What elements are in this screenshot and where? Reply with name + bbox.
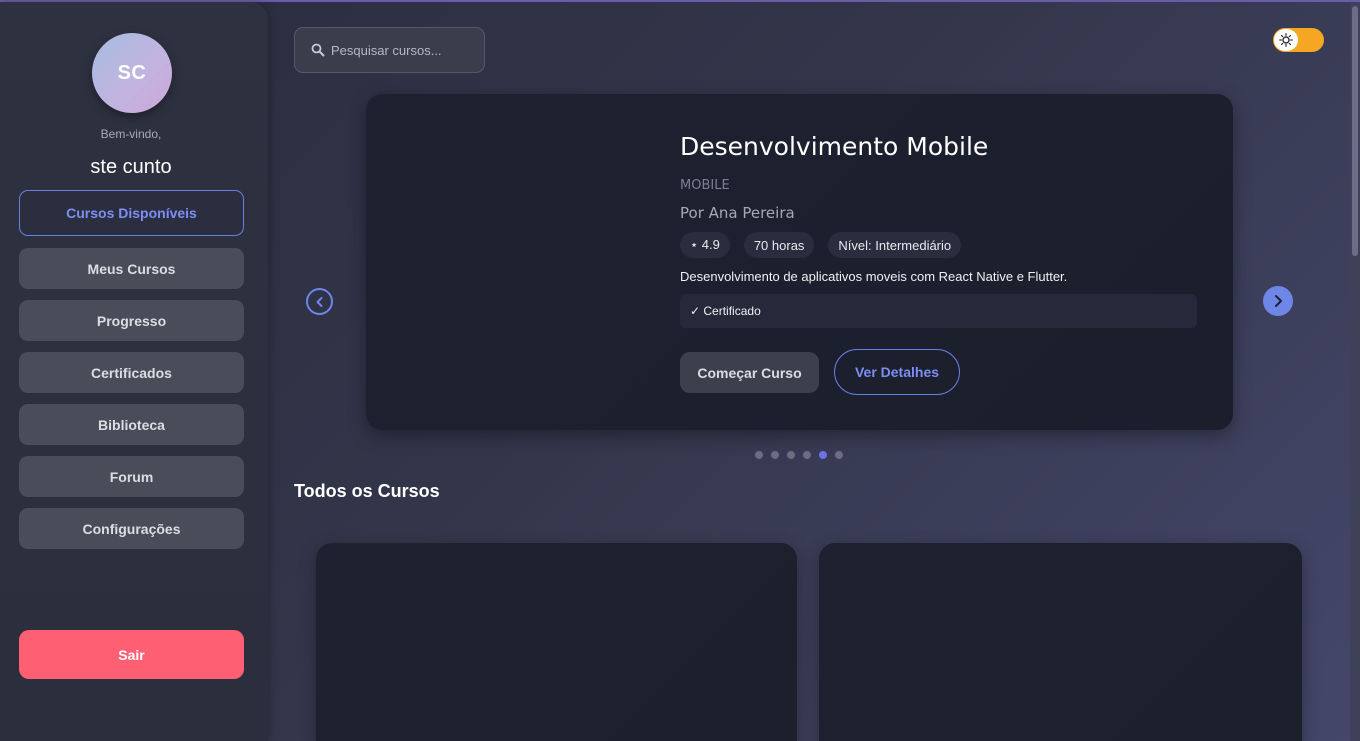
scrollbar-thumb[interactable] [1352, 6, 1358, 256]
nav-item-forum[interactable]: Forum [19, 456, 244, 497]
carousel-dot[interactable] [803, 451, 811, 459]
carousel-dot-active[interactable] [819, 451, 827, 459]
carousel-dot[interactable] [787, 451, 795, 459]
nav-item-progresso[interactable]: Progresso [19, 300, 244, 341]
search-box[interactable] [294, 27, 485, 73]
nav-item-configuracoes[interactable]: Configurações [19, 508, 244, 549]
username: ste cunto [90, 156, 172, 178]
sun-icon [1274, 29, 1298, 51]
page-scrollbar[interactable] [1350, 2, 1360, 741]
certificate-feature: ✓ Certificado [680, 294, 1197, 328]
nav-item-biblioteca[interactable]: Biblioteca [19, 404, 244, 445]
carousel-dot[interactable] [771, 451, 779, 459]
course-author: Por Ana Pereira [680, 204, 795, 222]
logout-button[interactable]: Sair [19, 630, 244, 679]
nav-item-meus-cursos[interactable]: Meus Cursos [19, 248, 244, 289]
welcome-text: Bem-vindo, [100, 127, 162, 141]
start-course-button[interactable]: Começar Curso [680, 352, 819, 393]
level-badge: Nível: Intermediário [828, 232, 962, 258]
view-details-button[interactable]: Ver Detalhes [834, 349, 960, 395]
carousel-next-button[interactable] [1263, 286, 1293, 316]
carousel-dots [755, 451, 843, 459]
course-title: Desenvolvimento Mobile [680, 132, 989, 161]
carousel-dot[interactable] [835, 451, 843, 459]
course-card[interactable] [316, 543, 797, 741]
certificate-feature-label: ✓ Certificado [690, 304, 761, 318]
carousel-dot[interactable] [755, 451, 763, 459]
search-icon [311, 43, 325, 57]
carousel-prev-button[interactable] [306, 288, 333, 315]
course-description: Desenvolvimento de aplicativos moveis co… [680, 269, 1068, 284]
rating-badge: ⋆ 4.9 [680, 232, 730, 258]
search-input[interactable] [331, 42, 471, 58]
sidebar: SC Bem-vindo, ste cunto Cursos Disponíve… [0, 2, 268, 741]
chevron-right-icon [1275, 295, 1282, 307]
avatar[interactable]: SC [92, 33, 172, 113]
chevron-left-icon [316, 296, 322, 307]
section-title-all-courses: Todos os Cursos [294, 481, 440, 501]
nav-item-cursos-disponiveis[interactable]: Cursos Disponíveis [19, 190, 244, 236]
course-category: MOBILE [680, 178, 730, 193]
course-card[interactable] [819, 543, 1302, 741]
theme-toggle[interactable] [1273, 28, 1324, 52]
featured-course-card: Desenvolvimento Mobile MOBILE Por Ana Pe… [366, 94, 1233, 430]
nav-item-certificados[interactable]: Certificados [19, 352, 244, 393]
course-badges: ⋆ 4.9 70 horas Nível: Intermediário [680, 232, 962, 258]
hours-badge: 70 horas [743, 232, 815, 258]
